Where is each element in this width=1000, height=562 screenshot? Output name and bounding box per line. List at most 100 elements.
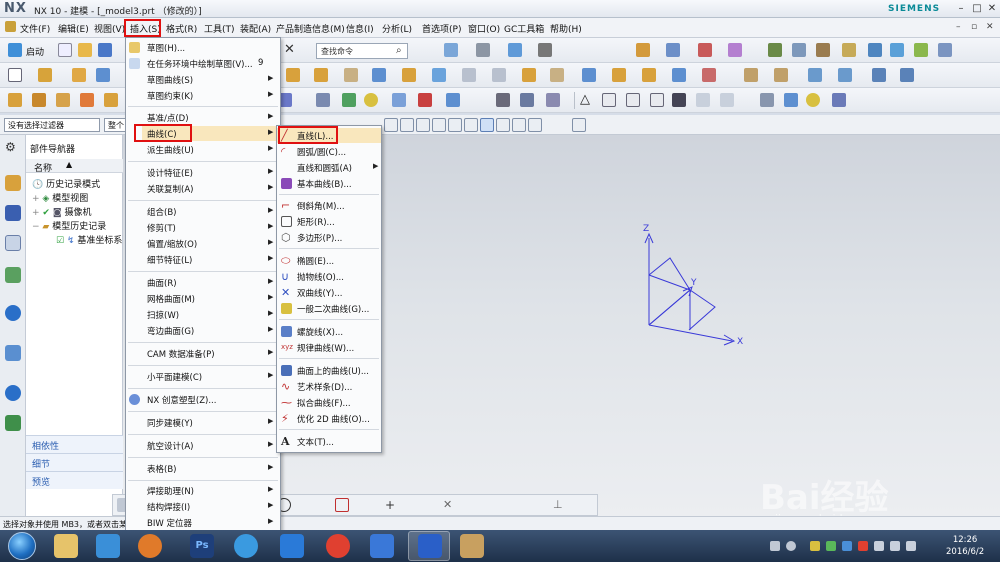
insert-item-flange-surface[interactable]: 弯边曲面(G) ▶ xyxy=(126,323,280,339)
sphere-icon[interactable] xyxy=(364,93,378,107)
insert-item-cam-data[interactable]: CAM 数据准备(P) ▶ xyxy=(126,346,280,362)
snap-point-icon[interactable] xyxy=(384,118,398,132)
menu-assembly[interactable]: 装配(A) xyxy=(240,22,271,35)
studio-surface-icon[interactable] xyxy=(316,93,330,107)
offset-face-icon[interactable] xyxy=(744,68,758,82)
insert-item-surface[interactable]: 曲面(R) ▶ xyxy=(126,275,280,291)
insert-item-sketch[interactable]: 草图(H)... xyxy=(126,40,280,56)
intersect-icon[interactable] xyxy=(672,68,686,82)
assembly-icon[interactable] xyxy=(768,43,782,57)
curve-item-hyperbola[interactable]: ✕ 双曲线(Y)... xyxy=(277,285,381,301)
curve-item-general-conic[interactable]: 一般二次曲线(G)... xyxy=(277,301,381,317)
rib-icon[interactable] xyxy=(492,68,506,82)
app-taskbar-icon[interactable] xyxy=(96,534,120,558)
triangle-icon[interactable]: △ xyxy=(580,93,594,107)
tree-row[interactable]: 🕓 历史记录模式 xyxy=(32,177,100,190)
cylinder-icon[interactable] xyxy=(760,93,774,107)
snap-midpoint-icon[interactable] xyxy=(416,118,430,132)
clock-icon[interactable] xyxy=(5,385,21,401)
hole-icon[interactable] xyxy=(286,68,300,82)
insert-item-aero-design[interactable]: 航空设计(A) ▶ xyxy=(126,438,280,454)
tray-icon[interactable] xyxy=(842,541,852,551)
menu-tools[interactable]: 工具(T) xyxy=(204,22,235,35)
boss-icon[interactable] xyxy=(314,68,328,82)
menu-window[interactable]: 窗口(O) xyxy=(468,22,500,35)
snap-intersect-icon[interactable] xyxy=(448,118,462,132)
insert-item-facet-modeling[interactable]: 小平面建模(C) ▶ xyxy=(126,369,280,385)
insert-item-mesh-surface[interactable]: 网格曲面(M) ▶ xyxy=(126,291,280,307)
tray-clock[interactable]: 12:26 2016/6/2 xyxy=(946,534,984,558)
constraint-tool-icon[interactable]: ✕ xyxy=(443,498,457,512)
extrude-icon[interactable] xyxy=(38,68,52,82)
background-icon[interactable] xyxy=(538,43,552,57)
nx-taskbar-icon[interactable] xyxy=(418,534,442,558)
photoshop-taskbar-icon[interactable]: Ps xyxy=(190,534,214,558)
draft-icon[interactable] xyxy=(550,68,564,82)
windows-start-button[interactable] xyxy=(8,532,36,560)
curve-item-chamfer[interactable]: ⌐ 倒斜角(M)... xyxy=(277,198,381,214)
thread-icon[interactable] xyxy=(462,68,476,82)
thread-tool-icon[interactable] xyxy=(832,93,846,107)
doc-restore-icon[interactable]: ▫ xyxy=(971,22,977,32)
curve-item-polygon[interactable]: ⬡ 多边形(P)... xyxy=(277,230,381,246)
navigator-column-header[interactable]: 名称 ▲ xyxy=(26,159,123,174)
snap-icon[interactable] xyxy=(636,43,650,57)
plus-tool-icon[interactable]: + xyxy=(385,498,399,512)
wechat-tray-icon[interactable] xyxy=(826,541,836,551)
selection-filter-dropdown[interactable]: 没有选择过滤器 xyxy=(4,118,100,132)
tree-row[interactable]: − ▰ 模型历史记录 xyxy=(32,219,106,232)
doc-minimize-icon[interactable]: – xyxy=(956,22,961,32)
details-panel[interactable]: 细节 xyxy=(26,453,123,471)
ring-icon[interactable] xyxy=(806,93,820,107)
selection-scope-dropdown[interactable]: 整个 xyxy=(104,118,126,132)
insert-item-offset-scale[interactable]: 偏置/缩放(O) ▶ xyxy=(126,236,280,252)
minimize-icon[interactable]: – xyxy=(954,2,968,15)
point-set-icon[interactable] xyxy=(520,93,534,107)
revolve-icon[interactable] xyxy=(72,68,86,82)
tabular-note-icon[interactable] xyxy=(650,93,664,107)
scale-body-icon[interactable] xyxy=(838,68,852,82)
paint-taskbar-icon[interactable] xyxy=(460,534,484,558)
fit-view-icon[interactable] xyxy=(444,43,458,57)
reuse-library-icon[interactable] xyxy=(5,267,21,283)
curve-item-basic-curves[interactable]: 基本曲线(B)... xyxy=(277,176,381,192)
block-icon[interactable] xyxy=(96,68,110,82)
chrome-taskbar-icon[interactable] xyxy=(326,534,350,558)
snap-curve-icon[interactable] xyxy=(512,118,526,132)
start-button-label[interactable]: 启动 xyxy=(26,45,44,58)
rectangle-tool-icon[interactable] xyxy=(335,498,349,512)
menu-gc-toolbox[interactable]: GC工具箱 xyxy=(504,22,544,35)
snap-face-icon[interactable] xyxy=(528,118,542,132)
media-taskbar-icon[interactable] xyxy=(138,534,162,558)
insert-item-realize-shape[interactable]: NX 创意塑型(Z)... xyxy=(126,392,280,408)
datum-plane-icon[interactable] xyxy=(392,93,406,107)
curve-item-arc-circle[interactable]: ◜ 圆弧/圆(C)... xyxy=(277,144,381,160)
menu-analysis[interactable]: 分析(L) xyxy=(382,22,412,35)
frame-icon[interactable] xyxy=(626,93,640,107)
unite-icon[interactable] xyxy=(612,68,626,82)
move-component-icon[interactable] xyxy=(868,43,882,57)
shaded-icon[interactable] xyxy=(508,43,522,57)
component-icon[interactable] xyxy=(792,43,806,57)
tree-row[interactable]: + ✔ ◙ 摄像机 xyxy=(32,205,91,218)
datum-axis-icon[interactable] xyxy=(418,93,432,107)
datum-csys-icon[interactable] xyxy=(446,93,460,107)
symbol-icon[interactable] xyxy=(672,93,686,107)
replace-face-icon[interactable] xyxy=(774,68,788,82)
ruled-icon[interactable] xyxy=(104,93,118,107)
mate-icon[interactable] xyxy=(890,43,904,57)
new-icon[interactable] xyxy=(58,43,72,57)
curve-item-curve-on-surface[interactable]: 曲面上的曲线(U)... xyxy=(277,363,381,379)
menu-pmi[interactable]: 产品制造信息(M) xyxy=(276,22,345,35)
orient-icon[interactable] xyxy=(666,43,680,57)
part-navigator-icon[interactable] xyxy=(5,235,21,251)
save-icon[interactable] xyxy=(98,43,112,57)
slot-icon[interactable] xyxy=(402,68,416,82)
sort-icon[interactable]: ▲ xyxy=(66,160,72,169)
measure-icon[interactable] xyxy=(728,43,742,57)
tree-row[interactable]: + ◈ 模型视图 xyxy=(32,191,88,204)
subtract-icon[interactable] xyxy=(642,68,656,82)
trim-body-icon[interactable] xyxy=(702,68,716,82)
insert-item-weld-assistant[interactable]: 焊接助理(N) ▶ xyxy=(126,483,280,499)
sketch-icon[interactable] xyxy=(8,68,22,82)
